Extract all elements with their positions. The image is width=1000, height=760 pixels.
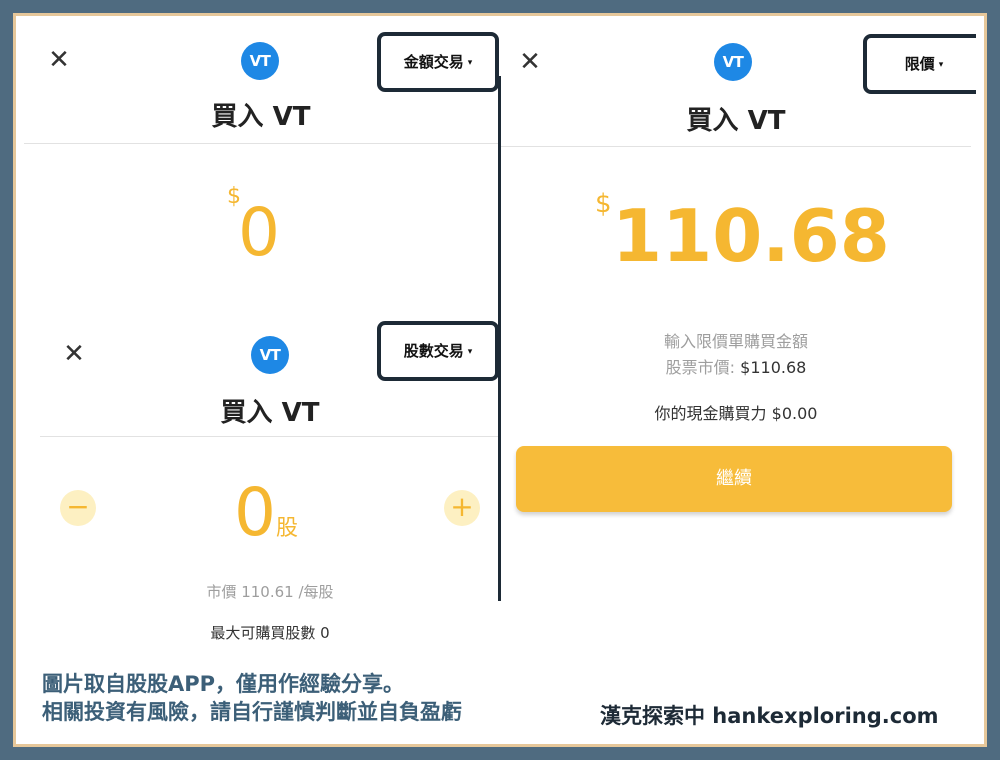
market-price-label: 股票市價:: [665, 358, 741, 377]
disclaimer-line-1: 圖片取自股股APP，僅用作經驗分享。: [42, 672, 405, 696]
screenshot-canvas: ✕ VT 金額交易 ▾ 買入 VT $ 0 ✕ VT 股數交易 ▾ 買入 VT − …: [24, 24, 976, 736]
amount-input[interactable]: 0: [238, 194, 280, 271]
caret-down-icon: ▾: [467, 346, 473, 357]
disclaimer: 圖片取自股股APP，僅用作經驗分享。 相關投資有風險，請自行謹慎判斷並自負盈虧: [42, 670, 462, 726]
market-price-value: $110.68: [740, 358, 807, 377]
stock-market-price: 股票市價: $110.68: [501, 354, 971, 378]
shares-unit: 股: [276, 516, 299, 541]
continue-button[interactable]: 繼續: [516, 446, 952, 512]
close-icon[interactable]: ✕: [516, 48, 544, 76]
max-shares-label: 最大可購買股數 0: [210, 624, 330, 642]
currency-symbol: $: [595, 189, 612, 219]
divider: [24, 143, 498, 144]
dropdown-label: 限價: [904, 55, 935, 73]
dropdown-label: 金額交易: [403, 53, 464, 71]
page-title: 買入 VT: [211, 102, 311, 132]
minus-icon[interactable]: −: [60, 490, 96, 526]
caret-down-icon: ▾: [938, 59, 944, 70]
vt-logo: VT: [251, 336, 289, 374]
vt-logo: VT: [714, 43, 752, 81]
close-icon[interactable]: ✕: [45, 46, 73, 74]
limit-order-dropdown[interactable]: 限價 ▾: [863, 34, 976, 94]
outer-frame: ✕ VT 金額交易 ▾ 買入 VT $ 0 ✕ VT 股數交易 ▾ 買入 VT − …: [13, 13, 987, 747]
shares-input[interactable]: 0股: [234, 474, 298, 551]
limit-hint: 輸入限價單購買金額: [663, 332, 808, 351]
shares-trade-dropdown[interactable]: 股數交易 ▾: [377, 321, 499, 381]
plus-icon[interactable]: +: [444, 490, 480, 526]
amount-trade-dropdown[interactable]: 金額交易 ▾: [377, 32, 499, 92]
page-title: 買入 VT: [220, 398, 320, 428]
page-title: 買入 VT: [686, 106, 786, 136]
disclaimer-line-2: 相關投資有風險，請自行謹慎判斷並自負盈虧: [42, 700, 462, 724]
divider: [40, 436, 500, 437]
divider: [501, 146, 971, 147]
caret-down-icon: ▾: [467, 57, 473, 68]
dropdown-label: 股數交易: [403, 342, 464, 360]
close-icon[interactable]: ✕: [60, 340, 88, 368]
market-price-per-share: 市價 110.61 /每股: [206, 583, 334, 601]
vt-logo: VT: [241, 42, 279, 80]
brand-watermark: 漢克探索中 hankexploring.com: [600, 704, 939, 728]
shares-value: 0: [234, 474, 276, 551]
limit-amount-input[interactable]: 110.68: [612, 194, 890, 278]
buying-power: 你的現金購買力 $0.00: [654, 404, 818, 423]
